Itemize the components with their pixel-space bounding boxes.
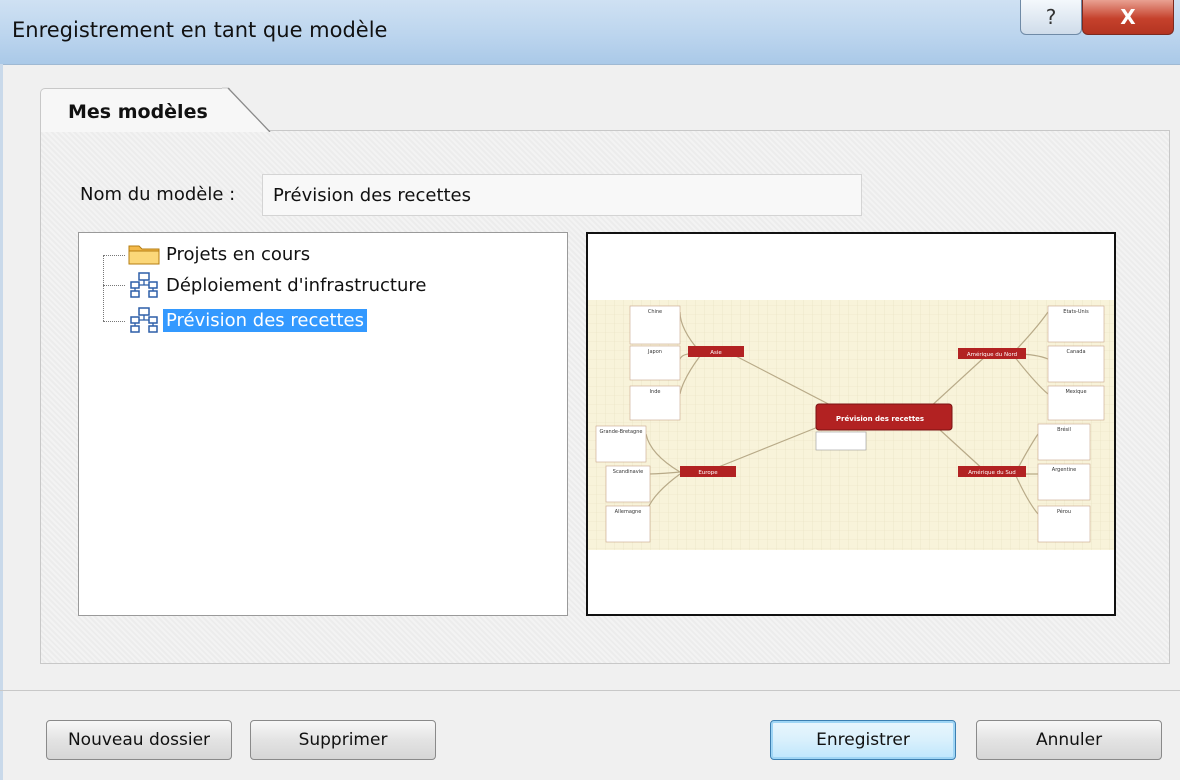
tree-item-label: Prévision des recettes (163, 308, 368, 332)
preview-center-label: Prévision des recettes (836, 415, 924, 423)
preview-leaf-label: Inde (650, 389, 661, 395)
folder-icon (125, 241, 163, 267)
preview-leaf-label: Chine (648, 309, 662, 315)
new-folder-button[interactable]: Nouveau dossier (46, 720, 232, 760)
help-icon: ? (1045, 5, 1057, 29)
tree-item-label: Déploiement d'infrastructure (166, 274, 427, 296)
cancel-button[interactable]: Annuler (976, 720, 1162, 760)
preview-branch-label: Amérique du Nord (967, 351, 1017, 358)
preview-leaf-label: Scandinavie (613, 469, 643, 475)
tree-connector (103, 255, 125, 256)
save-button[interactable]: Enregistrer (770, 720, 956, 760)
help-button[interactable]: ? (1020, 0, 1082, 35)
tree-connector (103, 285, 125, 286)
mind-map-preview: Prévision des recettes Asie Europe Améri… (588, 300, 1114, 550)
tree-item-deploiement-infrastructure[interactable]: Déploiement d'infrastructure (125, 272, 429, 298)
preview-leaf-label: Mexique (1065, 389, 1086, 395)
preview-branch-label: Asie (710, 350, 722, 356)
preview-leaf-label: Canada (1066, 349, 1085, 355)
save-as-template-dialog: Enregistrement en tant que modèle ? X Me… (0, 0, 1180, 780)
tree-connector (103, 255, 104, 321)
button-bar-separator (0, 690, 1180, 691)
template-icon (125, 307, 163, 333)
delete-button[interactable]: Supprimer (250, 720, 436, 760)
preview-leaf-label: Etats-Unis (1063, 309, 1089, 315)
preview-leaf-label: Pérou (1057, 508, 1071, 515)
tree-item-label: Projets en cours (166, 243, 311, 265)
preview-branch-label: Europe (698, 470, 718, 476)
preview-leaf-label: Japon (647, 349, 662, 355)
window-title: Enregistrement en tant que modèle (12, 18, 388, 42)
close-icon: X (1120, 5, 1136, 29)
template-folder-tree[interactable]: Projets en cours Déploiement d'infrastru… (78, 232, 568, 616)
tree-item-projets-en-cours[interactable]: Projets en cours (125, 241, 313, 267)
tree-item-prevision-des-recettes[interactable]: Prévision des recettes (125, 307, 368, 333)
template-icon (125, 272, 163, 298)
window-frame-edge (0, 64, 3, 780)
close-button[interactable]: X (1082, 0, 1174, 35)
tab-label[interactable]: Mes modèles (68, 101, 208, 123)
preview-leaf-label: Argentine (1052, 467, 1076, 473)
title-bar: Enregistrement en tant que modèle ? X (0, 0, 1180, 65)
template-name-input[interactable] (262, 174, 862, 216)
template-preview: Prévision des recettes Asie Europe Améri… (586, 232, 1116, 616)
template-name-label: Nom du modèle : (80, 184, 236, 205)
preview-leaf-label: Grande-Bretagne (600, 429, 643, 435)
preview-leaf-label: Allemagne (615, 509, 642, 515)
preview-branch-label: Amérique du Sud (968, 469, 1016, 476)
tab-edge-decoration (222, 87, 271, 132)
preview-leaf-label: Brésil (1057, 426, 1071, 433)
tree-connector (103, 321, 125, 322)
